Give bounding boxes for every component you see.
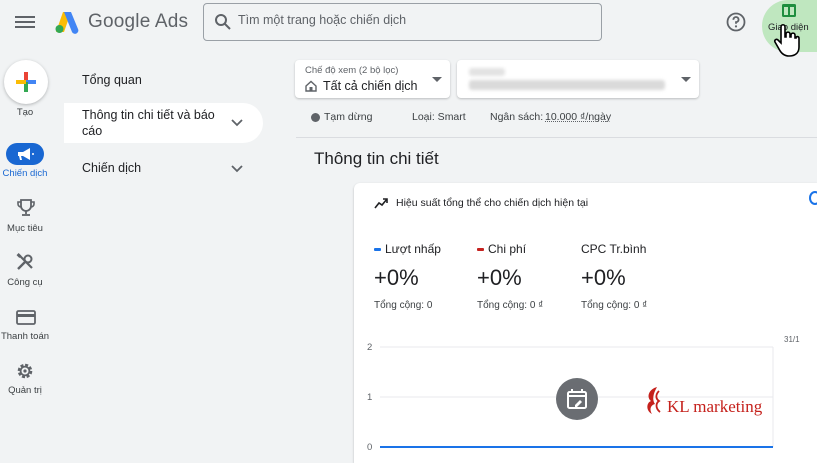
subnav-label-overview: Tổng quan <box>82 72 142 88</box>
metric-name: Lượt nhấp <box>374 242 441 256</box>
trophy-icon[interactable] <box>16 198 36 218</box>
budget-value[interactable]: 10.000 ₫/ngày <box>545 111 611 123</box>
home-icon <box>305 80 317 92</box>
budget-label: Ngân sách: <box>490 111 543 123</box>
kl-marketing-logo-icon <box>643 385 667 417</box>
card-header: Hiệu suất tổng thể cho chiến dịch hiện t… <box>396 197 588 209</box>
view-filter-value: Tất cả chiến dịch <box>323 79 418 93</box>
plus-icon <box>15 71 37 93</box>
metric-value: +0% <box>374 265 419 291</box>
metric-total: Tổng cộng: 0 <box>374 300 432 311</box>
performance-card: Hiệu suất tổng thể cho chiến dịch hiện t… <box>354 183 817 463</box>
metric-color-indicator <box>374 248 381 251</box>
chart-y-tick-label: 1 <box>367 392 372 403</box>
campaign-selector-dropdown[interactable] <box>457 60 699 98</box>
search-input[interactable] <box>238 13 588 27</box>
divider <box>296 137 817 138</box>
view-filter-dropdown[interactable]: Chế độ xem (2 bộ lọc) Tất cả chiến dịch <box>295 60 450 98</box>
trending-up-icon <box>374 196 388 210</box>
rail-label-create[interactable]: Tạo <box>0 107 55 118</box>
rail-label-goals[interactable]: Mục tiêu <box>0 223 55 234</box>
metric-color-indicator <box>477 248 484 251</box>
video-overlay-button[interactable] <box>556 378 598 420</box>
credit-card-icon[interactable] <box>16 307 36 327</box>
metric-name-text: Chi phí <box>488 242 526 256</box>
metric-name-text: Lượt nhấp <box>385 242 441 256</box>
view-filter-label: Chế độ xem (2 bộ lọc) <box>305 65 398 76</box>
subnav-label-campaigns: Chiến dịch <box>82 160 141 176</box>
app-title: Google Ads <box>88 11 188 33</box>
tools-icon[interactable] <box>15 252 35 272</box>
chart-y-tick-label: 0 <box>367 442 372 453</box>
metric-total: Tổng cộng: 0 ₫ <box>477 300 543 311</box>
redacted-text <box>469 68 505 76</box>
metric-value: +0% <box>581 265 626 291</box>
chevron-down-icon <box>231 119 243 127</box>
metric-name: Chi phí <box>477 242 526 256</box>
hamburger-menu-icon[interactable] <box>15 13 35 31</box>
rail-label-tools[interactable]: Công cụ <box>0 277 55 288</box>
hand-cursor-icon <box>772 22 802 58</box>
watermark-brand-text: KL marketing <box>667 397 762 417</box>
subnav-item-overview[interactable]: Tổng quan <box>64 60 263 96</box>
calendar-edit-icon <box>567 388 587 410</box>
appearance-icon <box>781 3 797 19</box>
redacted-text <box>469 80 665 90</box>
rail-label-campaigns[interactable]: Chiến dịch <box>0 168 55 179</box>
rail-item-campaigns[interactable] <box>6 143 44 165</box>
rail-label-admin[interactable]: Quản trị <box>0 385 55 396</box>
help-icon[interactable] <box>725 11 747 33</box>
rail-label-billing[interactable]: Thanh toán <box>0 331 55 342</box>
create-button[interactable] <box>4 60 48 104</box>
chart-x-tick-label: 31/1 <box>784 335 800 344</box>
paused-status-icon <box>311 113 320 122</box>
dropdown-arrow-icon <box>681 77 691 82</box>
section-title: Thông tin chi tiết <box>314 149 439 169</box>
subnav-item-campaigns[interactable]: Chiến dịch <box>64 150 263 186</box>
search-icon <box>214 13 232 31</box>
status-state: Tạm dừng <box>324 111 372 123</box>
gear-icon[interactable] <box>15 361 35 381</box>
dropdown-arrow-icon <box>432 77 442 82</box>
metric-name: CPC Tr.bình <box>581 242 646 256</box>
metric-total: Tổng cộng: 0 ₫ <box>581 300 647 311</box>
subnav-label-insights-reports: Thông tin chi tiết và báo cáo <box>82 107 232 139</box>
info-icon[interactable] <box>809 191 817 205</box>
metric-value: +0% <box>477 265 522 291</box>
google-ads-logo-icon[interactable] <box>54 10 80 34</box>
campaign-type: Loại: Smart <box>412 111 466 123</box>
top-bar: Google Ads Giao diện <box>0 0 817 46</box>
subnav-item-insights-reports[interactable]: Thông tin chi tiết và báo cáo <box>64 103 263 143</box>
search-box[interactable] <box>203 3 602 41</box>
megaphone-icon <box>16 146 34 162</box>
chart-y-tick-label: 2 <box>367 342 372 353</box>
left-navigation-rail: Tạo Chiến dịch Mục tiêu Công cụ Thanh to… <box>0 46 55 463</box>
chevron-down-icon <box>231 165 243 173</box>
